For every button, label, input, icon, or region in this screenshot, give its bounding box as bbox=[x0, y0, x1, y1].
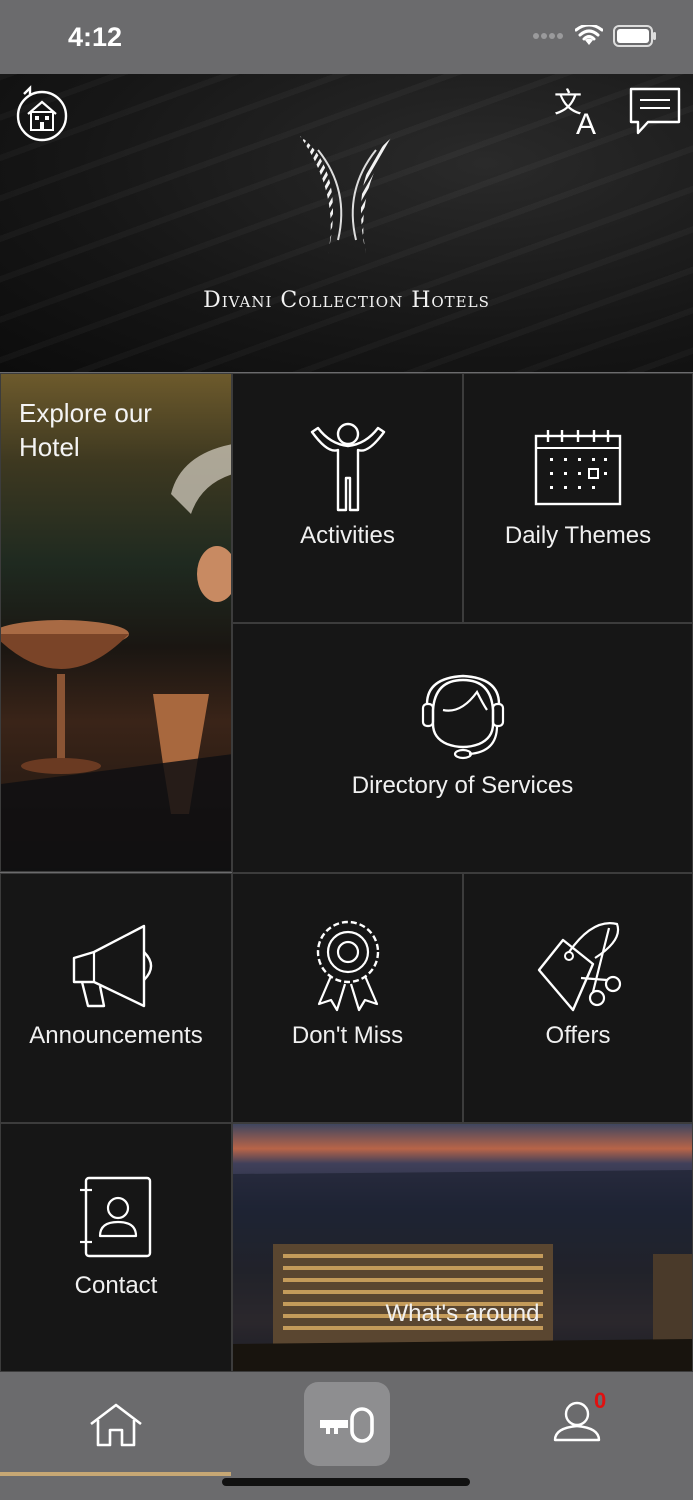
calendar-icon bbox=[534, 430, 622, 506]
tile-contact[interactable]: Contact bbox=[0, 1123, 232, 1372]
directory-label: Directory of Services bbox=[351, 772, 574, 799]
person-icon bbox=[310, 422, 385, 512]
dont-miss-label: Don't Miss bbox=[291, 1022, 404, 1049]
translate-icon[interactable]: 文 A bbox=[552, 86, 608, 138]
divani-logo-icon bbox=[300, 136, 394, 254]
active-tab-indicator bbox=[0, 1472, 231, 1476]
tile-announcements[interactable]: Announcements bbox=[0, 873, 232, 1123]
tile-dont-miss[interactable]: Don't Miss bbox=[232, 873, 463, 1123]
whats-around-label: What's around bbox=[385, 1300, 540, 1327]
chat-icon[interactable] bbox=[628, 86, 682, 138]
daily-themes-label: Daily Themes bbox=[504, 522, 652, 549]
status-time: 4:12 bbox=[68, 22, 123, 52]
tile-directory-of-services[interactable]: Directory of Services bbox=[232, 623, 693, 873]
status-bar: 4:12 bbox=[0, 0, 693, 74]
key-button[interactable] bbox=[304, 1382, 390, 1466]
explore-label: Explore our Hotel bbox=[19, 398, 152, 462]
key-icon bbox=[320, 1407, 374, 1443]
activities-label: Activities bbox=[300, 522, 395, 549]
announcements-label: Announcements bbox=[29, 1022, 203, 1049]
headset-icon bbox=[421, 674, 504, 760]
signal-icon bbox=[533, 33, 563, 39]
tile-offers[interactable]: Offers bbox=[463, 873, 693, 1123]
battery-icon bbox=[613, 25, 656, 47]
wifi-icon bbox=[575, 25, 603, 45]
svg-text:A: A bbox=[576, 108, 596, 138]
bottom-navigation: 0 bbox=[0, 1372, 693, 1500]
hotel-header: 文 A Divani Collection Hotels bbox=[0, 74, 693, 372]
notification-badge: 0 bbox=[594, 1388, 607, 1413]
price-tag-icon bbox=[537, 922, 622, 1012]
tile-whats-around[interactable]: What's around bbox=[232, 1123, 693, 1372]
contact-label: Contact bbox=[74, 1272, 158, 1299]
status-icons bbox=[533, 25, 657, 47]
offers-label: Offers bbox=[545, 1022, 611, 1049]
hotel-switch-icon[interactable] bbox=[14, 82, 70, 146]
tile-daily-themes[interactable]: Daily Themes bbox=[463, 373, 693, 623]
tile-explore-hotel[interactable]: Explore our Hotel bbox=[0, 373, 232, 872]
tile-activities[interactable]: Activities bbox=[232, 373, 463, 623]
home-icon[interactable] bbox=[88, 1402, 144, 1448]
award-ribbon-icon bbox=[316, 920, 379, 1012]
contact-book-icon bbox=[80, 1176, 152, 1258]
brand-name: Divani Collection Hotels bbox=[203, 288, 490, 313]
home-indicator-bar[interactable] bbox=[222, 1478, 470, 1486]
megaphone-icon bbox=[72, 924, 153, 1008]
city-night-photo bbox=[233, 1170, 692, 1371]
